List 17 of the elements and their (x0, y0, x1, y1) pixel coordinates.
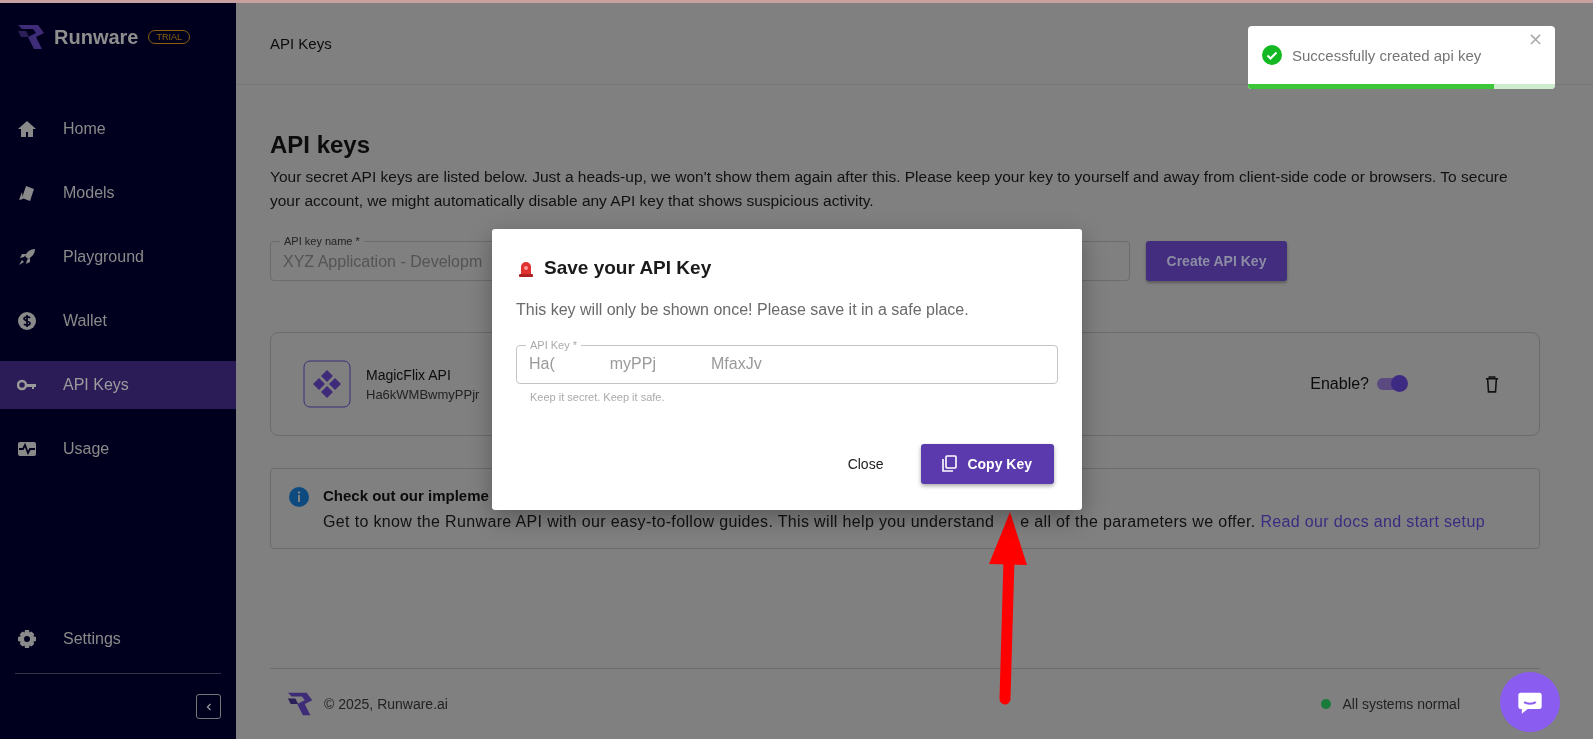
key-name: MagicFlix API (366, 366, 452, 383)
info-title: Check out our impleme (323, 487, 490, 504)
brand-name: Runware (54, 25, 139, 49)
toast-message: Successfully created api key (1292, 46, 1483, 64)
status-text: All systems normal (1342, 696, 1460, 712)
info-text: e all of the parameters we offer. (1020, 513, 1256, 530)
page-title: API keys (270, 131, 372, 159)
dialog-message: This key will only be shown once! Please save it in a safe place. (516, 301, 970, 319)
key-value: Ha6kWMBwmyPPjr (366, 386, 480, 402)
page-header-title: API Keys (270, 35, 332, 52)
page-description: Your secret API keys are listed below. Just a heads-up, we won't show them again after this. Please keep your key to yourself and away from client-side code or browsers. To secure your account, we might automatically disable any API key that shows suspicious activity. (270, 167, 1509, 211)
info-text: Get to know the Runware API with our easy-to-follow guides. This will help you understand (323, 513, 995, 530)
copyright-text: © 2025, Runware.ai (324, 696, 448, 712)
field-label: API key name * (283, 235, 361, 247)
enable-label: Enable? (1310, 375, 1369, 393)
dialog-title: Save your API Key (544, 257, 712, 279)
field-helper-text: Keep it secret. Keep it safe. (530, 391, 666, 403)
